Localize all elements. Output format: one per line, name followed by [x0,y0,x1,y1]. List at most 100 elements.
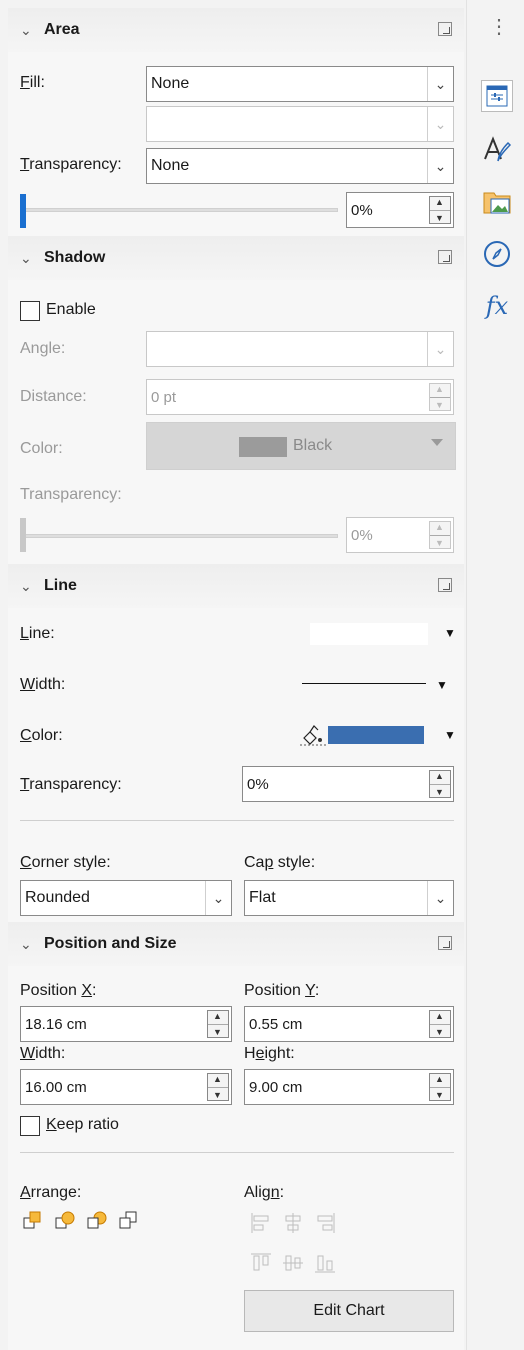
corner-style-dropdown[interactable]: Rounded ⌄ [20,880,232,916]
more-options-icon[interactable] [438,578,452,592]
dropdown-arrow-icon [431,439,443,446]
keep-ratio-checkbox[interactable] [20,1116,40,1136]
chevron-down-icon: ⌄ [20,577,32,594]
shadow-distance-spinbox[interactable]: 0 pt [146,379,454,415]
sidebar-tabbar: ⋮ fx [466,0,524,1350]
position-size-section-header[interactable]: ⌄ Position and Size [8,922,464,966]
more-options-icon[interactable] [438,250,452,264]
align-bottom-icon[interactable] [314,1252,336,1274]
line-section-header[interactable]: ⌄ Line [8,564,464,608]
line-style-label: Line: [20,625,55,642]
chevron-down-icon: ⌄ [427,881,453,915]
spin-buttons[interactable] [429,383,451,411]
fill-sub-dropdown[interactable]: ⌄ [146,106,454,142]
shadow-title: Shadow [44,249,106,266]
shadow-transparency-label: Transparency: [20,486,122,503]
dropdown-arrow-icon: ▼ [444,626,456,640]
send-to-back-icon[interactable] [118,1210,140,1232]
functions-icon[interactable]: fx [481,290,513,322]
position-x-spinbox[interactable]: 18.16 cm [20,1006,232,1042]
spin-buttons[interactable] [429,1073,451,1101]
shadow-transparency-slider-track[interactable] [20,534,338,538]
dropdown-arrow-icon: ▼ [436,678,448,692]
spin-buttons[interactable] [429,1010,451,1038]
cap-style-dropdown[interactable]: Flat ⌄ [244,880,454,916]
color-swatch [239,437,287,457]
position-x-label: Position X: [20,982,97,999]
line-width-label: Width: [20,676,66,693]
chevron-down-icon: ⌄ [427,67,453,101]
line-color-label: Color: [20,727,63,744]
line-style-preview [310,623,428,645]
bring-forward-icon[interactable] [54,1210,76,1232]
spin-buttons[interactable] [207,1073,229,1101]
shadow-section-header[interactable]: ⌄ Shadow [8,236,464,280]
shadow-color-picker[interactable]: Black [146,422,456,470]
width-label: Width: [20,1045,66,1062]
line-transparency-spinbox[interactable]: 0% [242,766,454,802]
spin-buttons[interactable] [207,1010,229,1038]
send-backward-icon[interactable] [86,1210,108,1232]
align-right-icon[interactable] [314,1212,336,1234]
more-options-icon[interactable] [438,936,452,950]
align-left-icon[interactable] [250,1212,272,1234]
area-transparency-slider-track[interactable] [20,208,338,212]
area-title: Area [44,21,80,38]
shadow-angle-dropdown[interactable]: ⌄ [146,331,454,367]
more-options-icon[interactable] [438,22,452,36]
color-swatch [328,726,424,744]
area-transparency-slider-thumb[interactable] [20,194,26,228]
fill-dropdown[interactable]: None ⌄ [146,66,454,102]
chevron-down-icon: ⌄ [20,249,32,266]
line-title: Line [44,577,77,594]
sidebar-menu-icon[interactable]: ⋮ [489,14,509,39]
chevron-down-icon: ⌄ [205,881,231,915]
spin-buttons[interactable] [429,196,451,224]
styles-icon[interactable] [481,134,513,166]
position-size-title: Position and Size [44,935,177,952]
width-spinbox[interactable]: 16.00 cm [20,1069,232,1105]
position-y-spinbox[interactable]: 0.55 cm [244,1006,454,1042]
paint-bucket-icon [300,725,326,746]
corner-style-label: Corner style: [20,854,111,871]
chevron-down-icon: ⌄ [20,21,32,38]
line-width-dropdown[interactable]: ▼ [302,672,452,700]
align-center-icon[interactable] [282,1212,304,1234]
align-middle-icon[interactable] [282,1252,304,1274]
arrange-label: Arrange: [20,1184,82,1201]
chevron-down-icon: ⌄ [427,149,453,183]
separator [20,820,454,821]
cap-style-label: Cap style: [244,854,316,871]
shadow-enable-checkbox[interactable] [20,301,40,321]
dropdown-arrow-icon: ▼ [444,728,456,742]
shadow-transparency-slider-thumb[interactable] [20,518,26,552]
properties-panel: ⌄ Area Fill: None ⌄ ⌄ Transparency: None… [8,8,464,1350]
height-spinbox[interactable]: 9.00 cm [244,1069,454,1105]
separator [20,1152,454,1153]
edit-chart-button[interactable]: Edit Chart [244,1290,454,1332]
area-section-header[interactable]: ⌄ Area [8,8,464,52]
align-top-icon[interactable] [250,1252,272,1274]
chevron-down-icon: ⌄ [20,935,32,952]
area-transparency-dropdown[interactable]: None ⌄ [146,148,454,184]
keep-ratio-label: Keep ratio [46,1116,119,1133]
line-transparency-label: Transparency: [20,776,122,793]
fill-label: Fill: [20,74,45,91]
spin-buttons[interactable] [429,521,451,549]
line-color-picker[interactable]: ▼ [300,718,460,752]
area-transparency-spinbox[interactable]: 0% [346,192,454,228]
chevron-down-icon: ⌄ [427,332,453,366]
shadow-enable-label: Enable [46,301,96,318]
properties-icon[interactable] [481,80,513,112]
navigator-icon[interactable] [481,238,513,270]
shadow-transparency-spinbox[interactable]: 0% [346,517,454,553]
gallery-icon[interactable] [481,186,513,218]
shadow-angle-label: Angle: [20,340,66,357]
chevron-down-icon: ⌄ [427,107,453,141]
spin-buttons[interactable] [429,770,451,798]
bring-to-front-icon[interactable] [22,1210,44,1232]
line-style-dropdown[interactable]: ▼ [310,620,460,648]
area-transparency-label: Transparency: [20,156,122,173]
line-width-preview [302,683,426,684]
shadow-distance-label: Distance: [20,388,87,405]
